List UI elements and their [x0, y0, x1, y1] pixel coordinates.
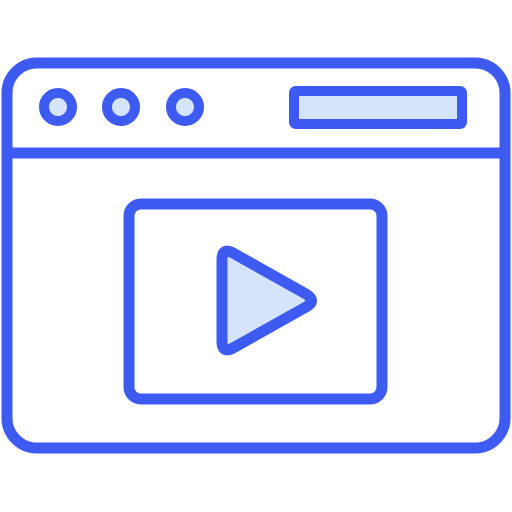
window-dot-2-icon: [102, 88, 140, 126]
browser-window-icon: [1, 57, 511, 454]
address-bar-icon: [289, 86, 467, 129]
window-dot-3-icon: [166, 88, 204, 126]
window-dot-1-icon: [39, 88, 77, 126]
play-triangle-icon: [216, 245, 317, 356]
video-player-window-icon: [0, 0, 512, 512]
